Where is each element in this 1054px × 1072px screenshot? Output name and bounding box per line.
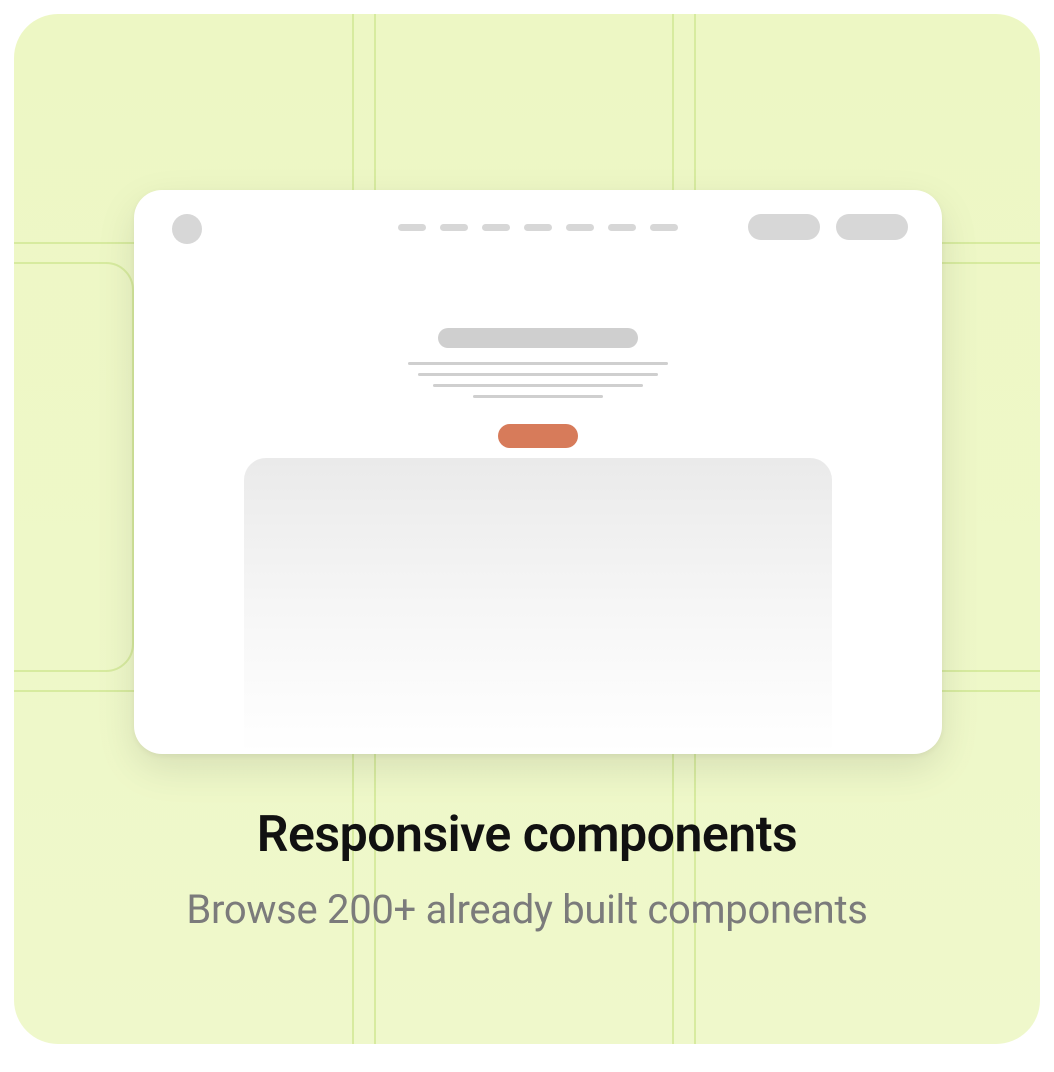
nav-item-placeholder bbox=[482, 224, 510, 231]
content-panel-placeholder bbox=[244, 458, 832, 754]
action-pill-placeholder bbox=[748, 214, 820, 240]
logo-placeholder-icon bbox=[172, 214, 202, 244]
hero-title-placeholder bbox=[438, 328, 638, 348]
card-subtitle: Browse 200+ already built components bbox=[54, 886, 1000, 933]
browser-topbar bbox=[134, 190, 942, 262]
hero-placeholder bbox=[408, 328, 668, 448]
nav-item-placeholder bbox=[524, 224, 552, 231]
nav-item-placeholder bbox=[398, 224, 426, 231]
card-text: Responsive components Browse 200+ alread… bbox=[14, 806, 1040, 933]
hero-line-placeholder bbox=[418, 373, 658, 376]
hero-line-placeholder bbox=[473, 395, 603, 398]
hero-line-placeholder bbox=[408, 362, 668, 365]
cta-placeholder bbox=[498, 424, 578, 448]
hero-line-placeholder bbox=[433, 384, 643, 387]
nav-item-placeholder bbox=[608, 224, 636, 231]
bg-grid-tile bbox=[14, 262, 134, 672]
nav-placeholder bbox=[398, 224, 678, 231]
card-title: Responsive components bbox=[54, 806, 1000, 864]
browser-mockup bbox=[134, 190, 942, 754]
nav-item-placeholder bbox=[566, 224, 594, 231]
nav-item-placeholder bbox=[650, 224, 678, 231]
feature-card: Responsive components Browse 200+ alread… bbox=[14, 14, 1040, 1044]
action-pills bbox=[748, 214, 908, 240]
action-pill-placeholder bbox=[836, 214, 908, 240]
nav-item-placeholder bbox=[440, 224, 468, 231]
hero-text-lines bbox=[408, 362, 668, 398]
